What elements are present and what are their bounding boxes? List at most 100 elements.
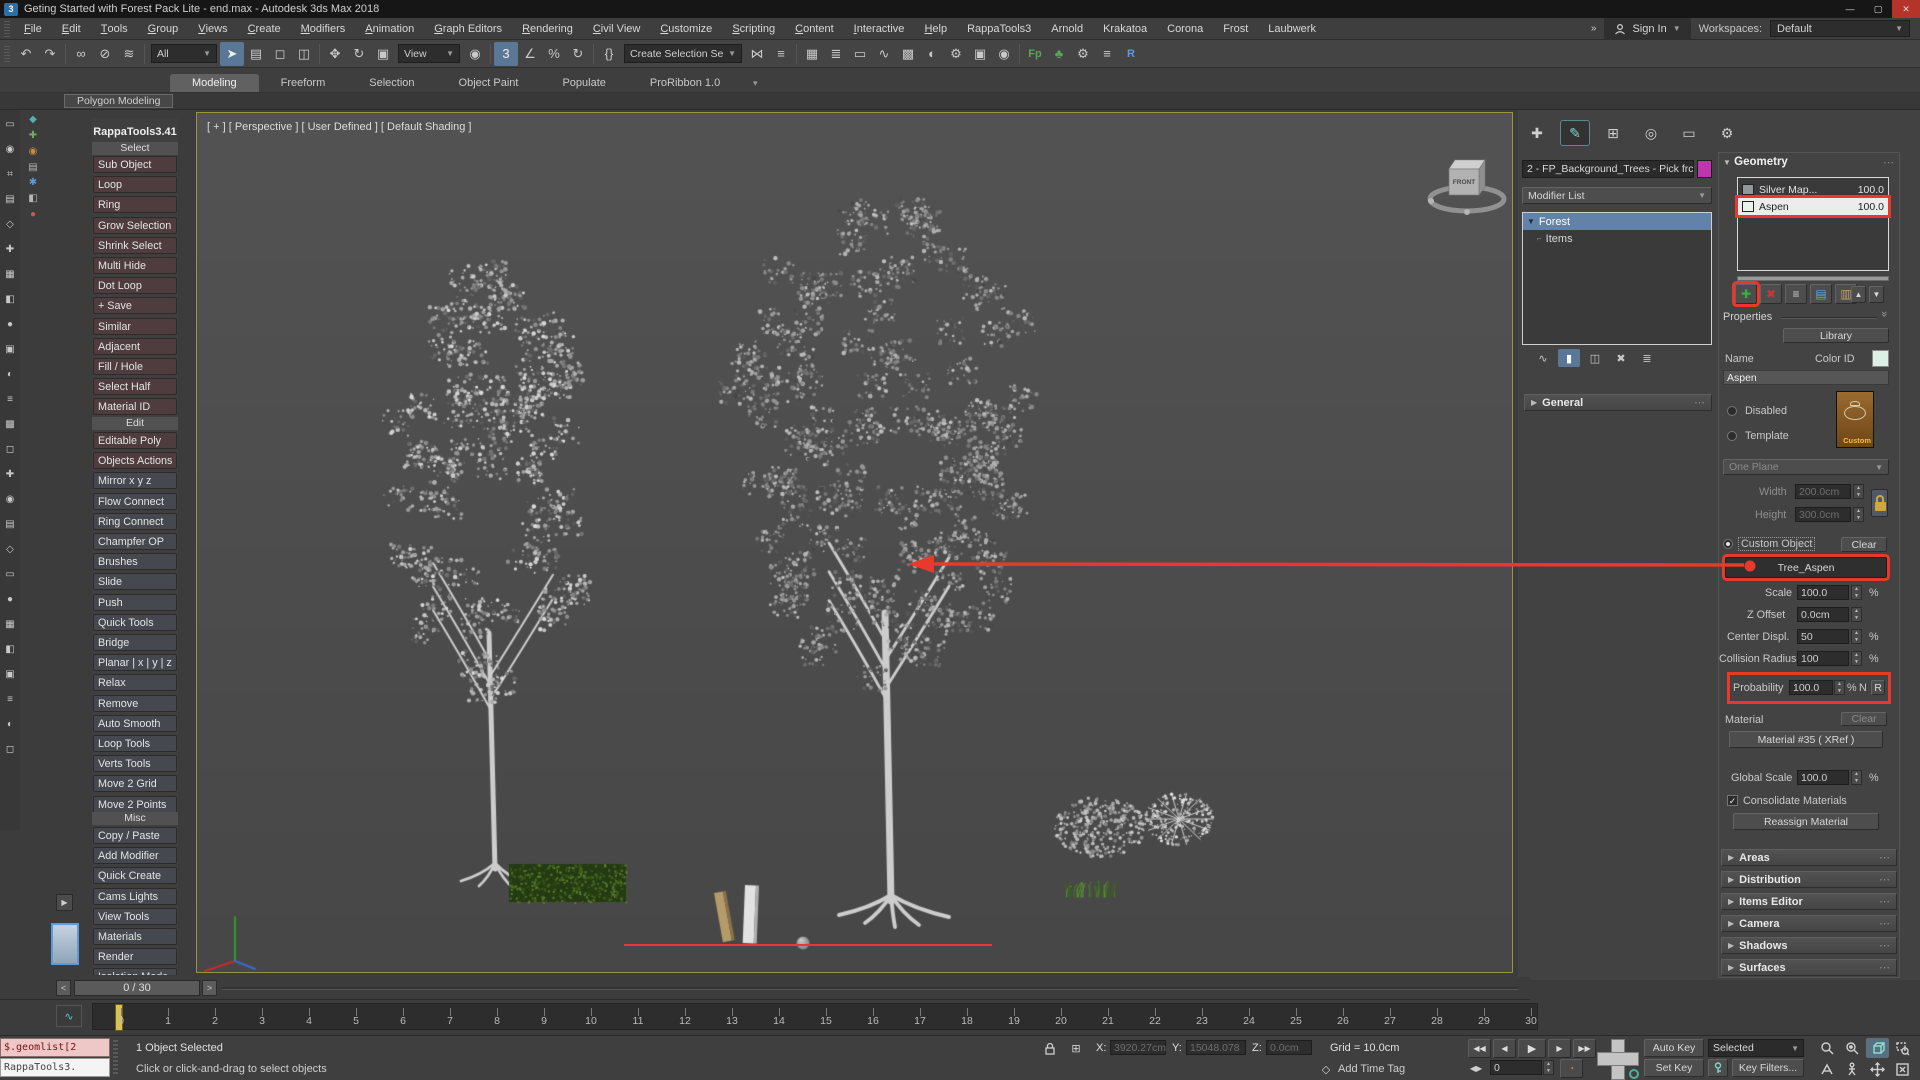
reassign-material-button[interactable]: Reassign Material — [1733, 813, 1879, 830]
left-toolbar-icon-6[interactable]: ✚ — [2, 241, 18, 257]
frame-spinner[interactable]: ▲▼ — [1543, 1060, 1554, 1075]
custom-object-label[interactable]: Custom Object — [1739, 538, 1814, 550]
left-toolbar-icon-18[interactable]: ◇ — [2, 541, 18, 557]
left-toolbar-icon-9[interactable]: ● — [2, 316, 18, 332]
add-time-tag[interactable]: Add Time Tag — [1338, 1063, 1405, 1075]
render-setup-icon[interactable]: ⚙ — [944, 42, 968, 66]
close-button[interactable]: ✕ — [1892, 0, 1920, 18]
rappatools-flyout-button[interactable]: ▶ — [56, 894, 73, 911]
rollout-areas[interactable]: ▶Areas⋯ — [1721, 849, 1897, 866]
ribbon-tab-modeling[interactable]: Modeling — [170, 74, 259, 92]
menubar-grip[interactable] — [4, 21, 10, 37]
move-item-up-button[interactable]: ▲ — [1851, 286, 1866, 303]
go-to-end-button[interactable]: ▶▶ — [1573, 1039, 1596, 1058]
track-bar-ruler[interactable]: 0123456789101112131415161718192021222324… — [92, 1003, 1538, 1030]
show-end-result-icon[interactable]: ▮ — [1558, 349, 1580, 367]
scale-spinner[interactable]: ▲▼ — [1851, 585, 1862, 600]
rappatools-button-quick-create[interactable]: Quick Create — [93, 867, 177, 884]
rappatools-button-multi-hide[interactable]: Multi Hide — [93, 257, 177, 274]
rectangular-selection-region-icon[interactable]: ◻ — [268, 42, 292, 66]
selection-set-dropdown[interactable]: Selected ▼ — [1708, 1039, 1804, 1057]
current-frame-field[interactable]: 0 — [1490, 1060, 1542, 1075]
collision-spinner[interactable]: ▲▼ — [1851, 651, 1862, 666]
rappatools-button-auto-smooth[interactable]: Auto Smooth — [93, 715, 177, 732]
listener-splitter[interactable] — [113, 1040, 118, 1076]
menu-file[interactable]: File — [14, 18, 52, 40]
left-toolbar-icon-3[interactable]: ⌗ — [2, 166, 18, 182]
menu-content[interactable]: Content — [785, 18, 844, 40]
absolute-offset-toggle-icon[interactable]: ⊞ — [1066, 1039, 1086, 1058]
rappatools-button-bridge[interactable]: Bridge — [93, 634, 177, 651]
rappatools-button-render[interactable]: Render — [93, 948, 177, 965]
workspace-dropdown[interactable]: Default ▼ — [1770, 20, 1910, 37]
menu-arnold[interactable]: Arnold — [1041, 18, 1093, 40]
angle-snap-icon[interactable]: ∠ — [518, 42, 542, 66]
rollout-distribution[interactable]: ▶Distribution⋯ — [1721, 871, 1897, 888]
left-toolbar-icon-25[interactable]: ◐ — [2, 716, 18, 732]
left-toolbar-icon-11[interactable]: ◐ — [2, 366, 18, 382]
left-toolbar-icon-12[interactable]: ≡ — [2, 391, 18, 407]
select-and-move-icon[interactable]: ✥ — [323, 42, 347, 66]
left-toolbar-icon-8[interactable]: ◧ — [2, 291, 18, 307]
bind-to-space-warp-icon[interactable]: ≋ — [117, 42, 141, 66]
object-color-swatch[interactable] — [1697, 160, 1712, 178]
color-id-swatch[interactable] — [1872, 350, 1889, 367]
menu-krakatoa[interactable]: Krakatoa — [1093, 18, 1157, 40]
polygon-modeling-panel[interactable]: Polygon Modeling — [64, 94, 173, 108]
time-slider-track[interactable] — [222, 987, 1518, 990]
layer-manager-icon[interactable]: ≣ — [824, 42, 848, 66]
custom-object-thumbnail[interactable]: Custom — [1836, 391, 1874, 448]
modifier-list-dropdown[interactable]: Modifier List ▼ — [1522, 187, 1712, 204]
secondary-toolbar-icon-1[interactable]: ◆ — [25, 112, 41, 127]
left-toolbar-icon-26[interactable]: ◻ — [2, 741, 18, 757]
ribbon-minimize-icon[interactable]: ▾ — [742, 75, 768, 92]
consolidate-materials-checkbox[interactable]: ✓ — [1727, 795, 1738, 806]
menu-graph-editors[interactable]: Graph Editors — [424, 18, 512, 40]
menu-frost[interactable]: Frost — [1213, 18, 1258, 40]
menu-scripting[interactable]: Scripting — [722, 18, 785, 40]
list-item-silver-map[interactable]: Silver Map... 100.0 — [1738, 181, 1888, 198]
select-by-name-icon[interactable]: ▤ — [244, 42, 268, 66]
rappatools-button-mirror-x-y-z[interactable]: Mirror x y z — [93, 472, 177, 489]
y-coordinate-field[interactable]: 15048.078 — [1186, 1040, 1246, 1055]
viewport-canvas[interactable] — [197, 113, 1512, 972]
rappatools-button-quick-tools[interactable]: Quick Tools — [93, 614, 177, 631]
move-item-down-button[interactable]: ▼ — [1869, 286, 1884, 303]
rappatools-button-shrink-select[interactable]: Shrink Select — [93, 237, 177, 254]
maxscript-listener-line2[interactable]: RappaTools3. — [0, 1058, 110, 1077]
left-toolbar-icon-16[interactable]: ◉ — [2, 491, 18, 507]
menu-views[interactable]: Views — [188, 18, 237, 40]
secondary-toolbar-icon-3[interactable]: ◉ — [25, 144, 41, 159]
rappatools-button-adjacent[interactable]: Adjacent — [93, 338, 177, 355]
spinner-snap-icon[interactable]: ↻ — [566, 42, 590, 66]
custom-object-pick-button[interactable]: Tree_Aspen — [1725, 557, 1887, 578]
make-unique-icon[interactable]: ◫ — [1584, 349, 1606, 367]
secondary-toolbar-icon-2[interactable]: ✚ — [25, 128, 41, 143]
key-step-toggle-icon[interactable]: ◀▶ — [1466, 1059, 1486, 1078]
rappatools-button-objects-actions[interactable]: Objects Actions — [93, 452, 177, 469]
remove-modifier-icon[interactable]: ✖ — [1610, 349, 1632, 367]
time-slider-handle[interactable]: 0 / 30 — [74, 980, 200, 996]
zoom-icon[interactable] — [1816, 1038, 1839, 1058]
rappatools-button-flow-connect[interactable]: Flow Connect — [93, 493, 177, 510]
rollout-items-editor[interactable]: ▶Items Editor⋯ — [1721, 893, 1897, 910]
select-and-scale-icon[interactable]: ▣ — [371, 42, 395, 66]
rappatools-button-move-2-grid[interactable]: Move 2 Grid — [93, 775, 177, 792]
minimize-button[interactable]: — — [1836, 0, 1864, 18]
left-toolbar-icon-20[interactable]: ● — [2, 591, 18, 607]
probability-r-button[interactable]: R — [1871, 680, 1885, 695]
add-item-button[interactable]: ✚ — [1735, 284, 1757, 304]
list-horizontal-scrollbar[interactable] — [1737, 276, 1889, 281]
modify-tab[interactable]: ✎ — [1560, 120, 1590, 146]
maxscript-listener-line1[interactable]: $.geomlist[2 — [0, 1038, 110, 1057]
forest-tools-icon[interactable]: ♣ — [1047, 42, 1071, 66]
probability-n-button[interactable]: N — [1859, 682, 1867, 694]
scene-explorer-icon[interactable]: ▦ — [800, 42, 824, 66]
rappatools-button-loop-tools[interactable]: Loop Tools — [93, 735, 177, 752]
material-button[interactable]: Material #35 ( XRef ) — [1729, 731, 1883, 748]
custom-object-clear-button[interactable]: Clear — [1841, 537, 1887, 552]
add-multiple-button[interactable]: ≡ — [1785, 284, 1807, 304]
menu-animation[interactable]: Animation — [355, 18, 424, 40]
left-toolbar-icon-22[interactable]: ◧ — [2, 641, 18, 657]
ribbon-tab-populate[interactable]: Populate — [540, 74, 627, 92]
